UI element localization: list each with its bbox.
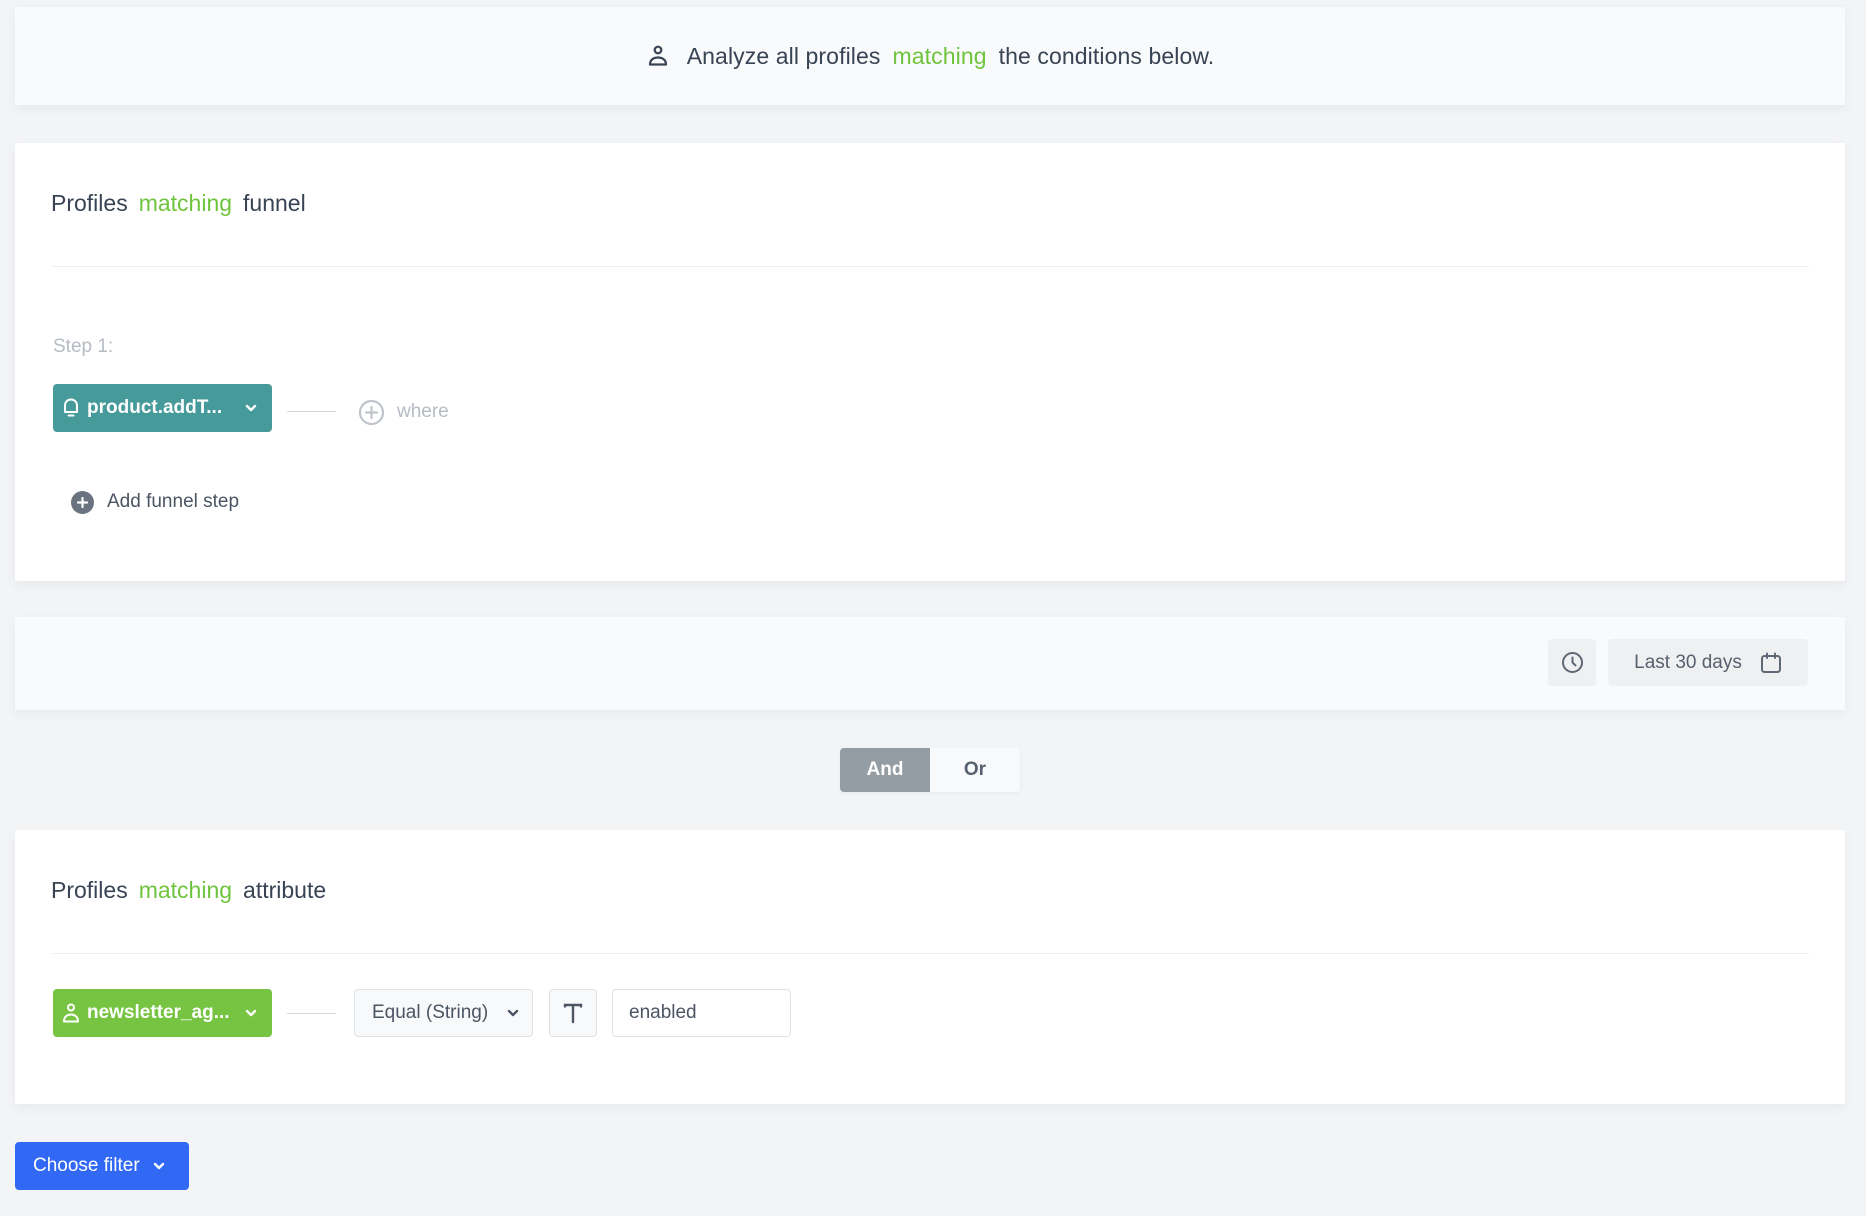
divider [51,266,1809,267]
title-highlight: matching [138,190,233,216]
title-after: funnel [243,190,306,216]
header-text: Analyze all profiles matching the condit… [15,7,1845,105]
plus-circle-icon [71,490,94,514]
attribute-select-dropdown[interactable]: newsletter_ag... [53,989,272,1037]
event-select-dropdown[interactable]: product.addT... [53,384,272,432]
add-where-condition-button[interactable]: where [358,397,449,427]
attribute-name: newsletter_ag... [87,1002,230,1023]
bell-icon [61,397,81,419]
chevron-down-icon [152,1159,166,1173]
operator-value: Equal (String) [372,1002,489,1023]
divider [51,953,1809,954]
title-before: Profiles [51,877,128,903]
date-range-label: Last 30 days [1634,651,1742,673]
attribute-section: Profiles matching attribute newsletter_ag.… [15,830,1845,1104]
chevron-down-icon [244,401,258,415]
connector-line [287,411,336,412]
value-type-button[interactable] [549,989,597,1037]
date-range-picker[interactable]: Last 30 days [1608,639,1808,686]
clock-icon [1561,651,1584,674]
toggle-and[interactable]: And [840,748,930,792]
title-highlight: matching [138,877,233,903]
add-funnel-step-button[interactable]: Add funnel step [71,487,239,517]
connector-line [287,1013,336,1014]
plus-circle-icon [358,399,385,426]
date-filter-bar: Last 30 days [15,617,1845,710]
attribute-value-input[interactable] [612,989,791,1037]
analysis-header: Analyze all profiles matching the condit… [15,7,1845,105]
where-label: where [397,401,449,422]
add-funnel-step-label: Add funnel step [107,491,240,512]
logic-operator-toggle: And Or [840,748,1020,792]
chevron-down-icon [506,1006,520,1020]
user-icon [646,44,670,68]
attribute-section-title: Profiles matching attribute [51,877,326,904]
relative-time-button[interactable] [1548,639,1596,686]
title-before: Profiles [51,190,128,216]
toggle-or[interactable]: Or [930,748,1020,792]
title-after: attribute [243,877,327,903]
choose-filter-button[interactable]: Choose filter [15,1142,189,1190]
text-type-icon [562,1002,584,1024]
header-text-after: the conditions below. [998,42,1215,69]
chevron-down-icon [244,1006,258,1020]
funnel-section: Profiles matching funnel Step 1: product.a… [15,143,1845,581]
event-name: product.addT... [87,397,223,418]
header-highlight: matching [892,42,987,69]
operator-select[interactable]: Equal (String) [354,989,533,1037]
user-icon [61,1002,81,1024]
header-text-before: Analyze all profiles [686,42,881,69]
step-label: Step 1: [53,336,114,357]
calendar-icon [1760,652,1782,674]
funnel-section-title: Profiles matching funnel [51,190,306,217]
choose-filter-label: Choose filter [33,1155,140,1176]
